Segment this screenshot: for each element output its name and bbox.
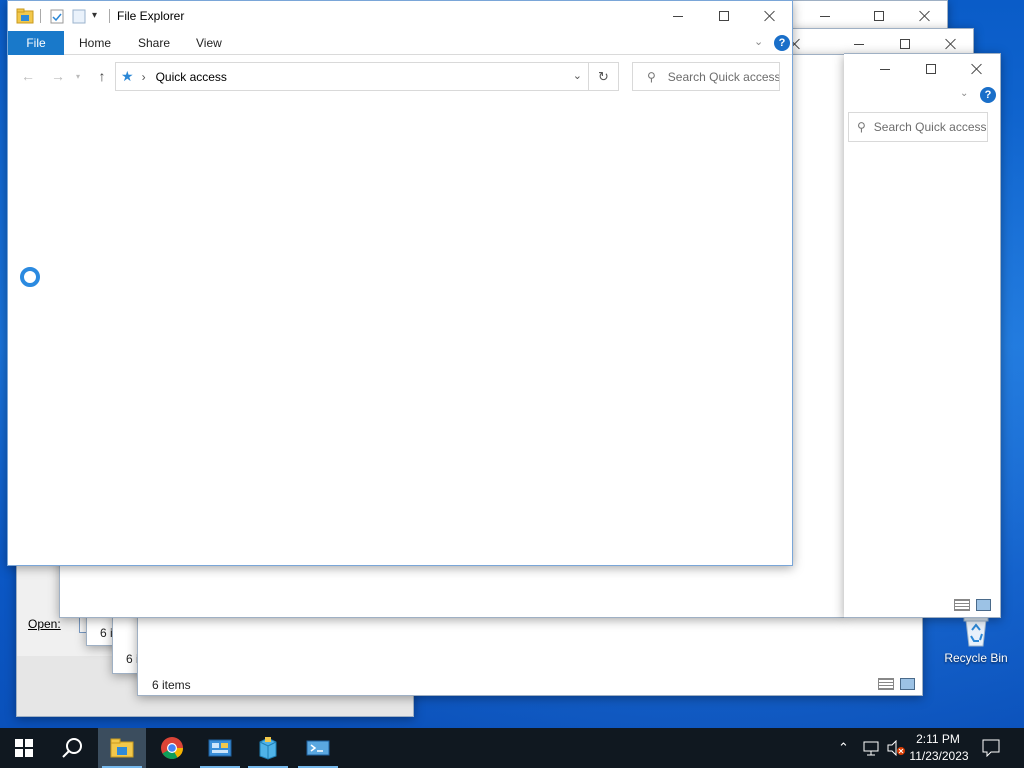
start-button[interactable] xyxy=(0,728,48,768)
maximize-button[interactable] xyxy=(856,1,902,29)
ribbon-expand-icon[interactable]: ⌄ xyxy=(754,35,763,48)
taskbar-control-panel[interactable] xyxy=(196,728,244,768)
address-bar[interactable]: ★ › Quick access ⌄ xyxy=(115,62,589,91)
title-bar[interactable]: ▾ File Explorer xyxy=(8,1,792,31)
new-folder-icon[interactable] xyxy=(72,9,86,24)
tab-share[interactable]: Share xyxy=(138,31,170,55)
explorer-window-back-right[interactable]: ⌄ ? ⚲ Search Quick access xyxy=(844,53,1001,618)
taskbar: ⌃ 2:11 PM 11/23/2023 xyxy=(0,728,1024,768)
taskbar-package-app[interactable] xyxy=(244,728,292,768)
help-icon[interactable]: ? xyxy=(980,87,996,103)
notifications-icon[interactable] xyxy=(982,739,1000,757)
breadcrumb-quick-access[interactable]: Quick access xyxy=(156,70,227,84)
recycle-bin-shortcut[interactable]: Recycle Bin xyxy=(940,612,1012,665)
large-icons-view-icon[interactable] xyxy=(900,678,915,690)
close-button[interactable] xyxy=(747,1,792,31)
address-dropdown-icon[interactable]: ⌄ xyxy=(573,69,582,82)
show-hidden-icons-chevron-icon[interactable]: ⌃ xyxy=(838,740,849,756)
status-item-count: 6 items xyxy=(152,678,191,692)
busy-cursor-icon xyxy=(20,267,40,287)
maximize-button[interactable] xyxy=(908,54,954,84)
close-button[interactable] xyxy=(954,54,1000,84)
minimize-icon xyxy=(820,15,830,17)
window-title: File Explorer xyxy=(117,9,185,23)
forward-button[interactable]: → xyxy=(48,67,68,85)
windows-logo-icon xyxy=(15,739,33,757)
up-button[interactable]: ↑ xyxy=(92,67,112,85)
help-icon[interactable]: ? xyxy=(774,35,790,51)
view-toggle-group xyxy=(954,599,991,611)
control-panel-icon xyxy=(208,739,232,757)
package-icon xyxy=(259,737,277,760)
maximize-icon xyxy=(874,11,884,21)
tab-home[interactable]: Home xyxy=(79,31,111,55)
file-explorer-icon xyxy=(16,8,34,24)
search-placeholder: Search Quick access xyxy=(873,120,987,134)
maximize-icon xyxy=(900,39,910,49)
refresh-icon: ↻ xyxy=(598,68,609,84)
back-button[interactable]: ← xyxy=(18,67,38,85)
properties-icon[interactable] xyxy=(50,9,64,24)
details-view-icon[interactable] xyxy=(878,678,894,690)
clock-time[interactable]: 2:11 PM xyxy=(906,732,970,746)
taskbar-file-explorer[interactable] xyxy=(98,728,146,768)
minimize-button[interactable] xyxy=(862,54,908,84)
refresh-button[interactable]: ↻ xyxy=(589,62,619,91)
minimize-button[interactable] xyxy=(655,1,701,31)
search-icon xyxy=(62,738,82,758)
chevron-down-icon: ▾ xyxy=(75,71,80,81)
back-arrow-icon: ← xyxy=(21,68,35,84)
folder-icon xyxy=(110,738,134,758)
search-button[interactable] xyxy=(48,728,96,768)
terminal-icon xyxy=(306,740,330,756)
large-icons-view-icon[interactable] xyxy=(976,599,991,611)
content-area[interactable] xyxy=(8,93,792,565)
recycle-bin-label: Recycle Bin xyxy=(944,651,1008,665)
toolbar-divider xyxy=(40,9,41,23)
close-button[interactable] xyxy=(902,1,947,29)
search-icon: ⚲ xyxy=(647,69,656,84)
close-icon xyxy=(945,38,957,50)
recent-locations-button[interactable]: ▾ xyxy=(72,67,84,85)
search-box[interactable]: ⚲ Search Quick access xyxy=(848,112,988,142)
customize-toolbar-icon[interactable]: ▾ xyxy=(92,10,97,21)
search-box[interactable]: ⚲ Search Quick access xyxy=(632,62,780,91)
close-icon xyxy=(919,10,931,22)
close-icon xyxy=(971,63,983,75)
clock-date[interactable]: 11/23/2023 xyxy=(904,749,974,763)
chrome-icon xyxy=(161,737,183,759)
ribbon-tab-bar: File Home Share View ⌄ ? xyxy=(8,31,792,55)
network-icon[interactable] xyxy=(862,740,880,756)
minimize-icon xyxy=(854,43,864,45)
maximize-button[interactable] xyxy=(701,1,747,31)
file-explorer-window[interactable]: ▾ File Explorer File Home Share View ⌄ ?… xyxy=(7,0,793,566)
taskbar-chrome[interactable] xyxy=(148,728,196,768)
quick-access-star-icon: ★ xyxy=(121,68,134,84)
minimize-icon xyxy=(880,68,890,70)
minimize-icon xyxy=(673,15,683,17)
explorer-window-back-1[interactable] xyxy=(790,0,948,30)
search-icon: ⚲ xyxy=(857,120,866,134)
volume-muted-icon[interactable] xyxy=(886,740,906,756)
taskbar-terminal-app[interactable] xyxy=(294,728,342,768)
forward-arrow-icon: → xyxy=(51,68,65,84)
ribbon-expand-icon[interactable]: ⌄ xyxy=(960,88,968,99)
minimize-button[interactable] xyxy=(802,1,848,29)
maximize-icon xyxy=(719,11,729,21)
tab-view[interactable]: View xyxy=(196,31,222,55)
open-label: Open: xyxy=(28,617,61,631)
status-text-partial-1: 6 i xyxy=(100,626,113,640)
up-arrow-icon: ↑ xyxy=(98,68,106,84)
maximize-icon xyxy=(926,64,936,74)
tab-file[interactable]: File xyxy=(8,31,64,55)
toolbar-divider xyxy=(109,9,110,23)
view-toggle-group xyxy=(878,678,915,690)
breadcrumb-separator-icon: › xyxy=(141,69,146,84)
close-icon xyxy=(764,10,776,22)
search-placeholder: Search Quick access xyxy=(667,69,780,84)
details-view-icon[interactable] xyxy=(954,599,970,611)
navigation-bar: ← → ▾ ↑ ★ › Quick access ⌄ ↻ ⚲ Search Qu… xyxy=(8,59,792,93)
